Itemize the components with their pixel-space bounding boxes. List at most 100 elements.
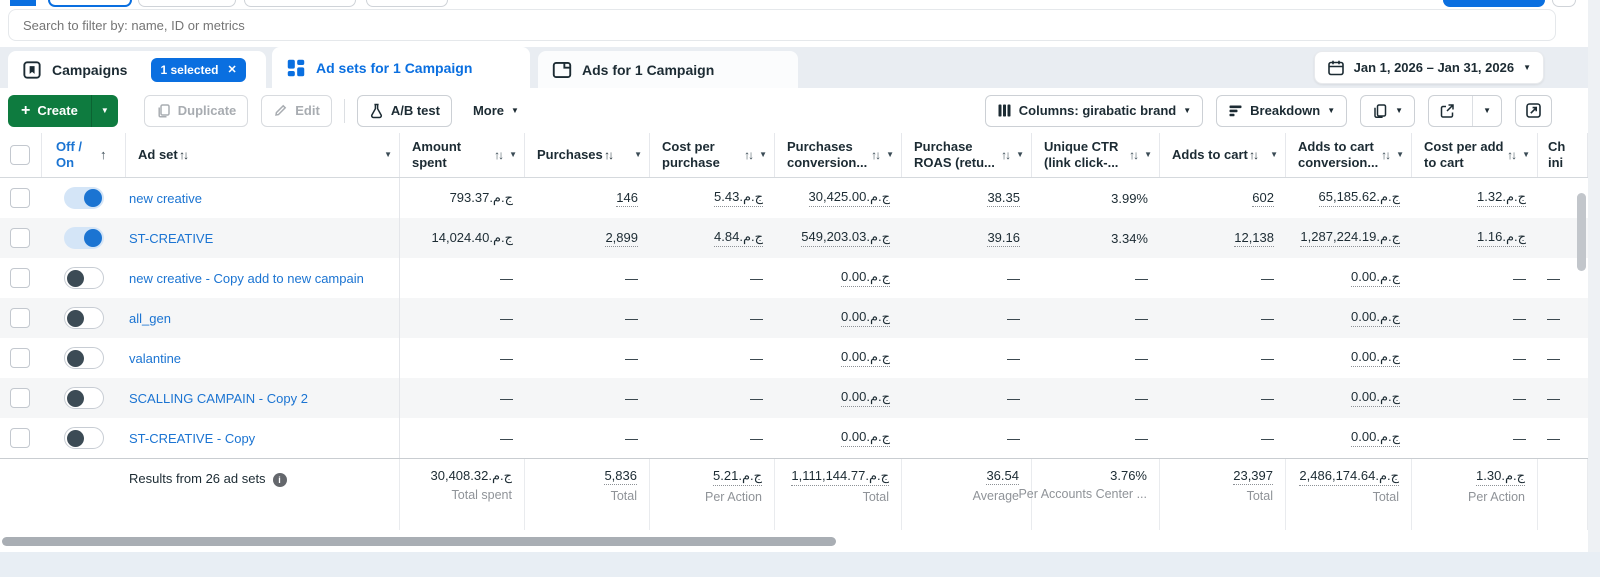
metric-cell: — bbox=[525, 258, 650, 298]
column-header-purchase-roas-retu-[interactable]: Purchase ROAS (retu... ↑↓ ▼ bbox=[902, 133, 1032, 177]
ad-set-toggle[interactable] bbox=[64, 427, 104, 449]
metric-value: — bbox=[500, 270, 513, 286]
column-label: Adds to cart ↑↓ bbox=[1172, 147, 1259, 163]
toggle-knob bbox=[84, 189, 102, 207]
duplicate-button[interactable]: Duplicate bbox=[143, 94, 249, 127]
column-menu-icon[interactable]: ▼ bbox=[759, 150, 767, 159]
cutoff-pill-outlined[interactable] bbox=[48, 0, 132, 7]
column-menu-icon[interactable]: ▼ bbox=[1270, 151, 1278, 159]
search-filter-input[interactable] bbox=[8, 9, 1556, 41]
adset-name-cell: valantine bbox=[126, 338, 400, 378]
row-checkbox[interactable] bbox=[10, 268, 30, 288]
column-menu-icon[interactable]: ▼ bbox=[384, 151, 392, 159]
reports-button[interactable]: ▼ bbox=[1360, 94, 1416, 127]
summary-cell: 5.21.م.ج Per Action bbox=[650, 459, 775, 530]
header-controls: ▼ bbox=[384, 151, 392, 159]
row-checkbox[interactable] bbox=[10, 348, 30, 368]
column-header-off-on[interactable]: Off / On ↑ bbox=[42, 133, 126, 177]
summary-value: 36.54 bbox=[986, 468, 1019, 485]
info-icon[interactable]: i bbox=[272, 473, 287, 487]
metric-cell: 1.16.م.ج bbox=[1412, 218, 1538, 258]
metric-value: — bbox=[1261, 390, 1274, 406]
cutoff-pill[interactable] bbox=[244, 0, 356, 7]
export-split-button[interactable]: ▼ bbox=[1428, 94, 1502, 127]
duplicate-label: Duplicate bbox=[177, 103, 237, 118]
metric-value: 38.35 bbox=[987, 189, 1020, 207]
metric-cell: 0.00.م.ج bbox=[1286, 298, 1412, 338]
cutoff-pill[interactable] bbox=[366, 0, 448, 7]
ad-set-toggle[interactable] bbox=[64, 267, 104, 289]
close-icon[interactable]: ✕ bbox=[228, 63, 237, 76]
column-header-cost-per-add-to-cart[interactable]: Cost per add to cart ↑↓ ▼ bbox=[1412, 133, 1538, 177]
column-header-ad-set[interactable]: Ad set ↑↓ ▼ bbox=[126, 133, 400, 177]
column-menu-icon[interactable]: ▼ bbox=[1396, 150, 1404, 159]
column-menu-icon[interactable]: ▼ bbox=[509, 150, 517, 159]
vertical-scrollbar-thumb[interactable] bbox=[1577, 193, 1586, 271]
date-range-picker[interactable]: Jan 1, 2026 – Jan 31, 2026 ▼ bbox=[1313, 51, 1544, 84]
chevron-down-icon: ▼ bbox=[1523, 62, 1531, 72]
columns-button[interactable]: Columns: girabatic brand ▼ bbox=[984, 94, 1204, 127]
adset-name-link[interactable]: all_gen bbox=[129, 311, 171, 326]
tab-ads[interactable]: Ads for 1 Campaign bbox=[538, 51, 798, 88]
column-header-unique-ctr-link-click-[interactable]: Unique CTR (link click-... ↑↓ ▼ bbox=[1032, 133, 1160, 177]
ad-set-toggle[interactable] bbox=[64, 187, 104, 209]
metric-value: — bbox=[1513, 270, 1526, 286]
ad-set-toggle[interactable] bbox=[64, 387, 104, 409]
metric-value: — bbox=[1261, 270, 1274, 286]
column-menu-icon[interactable]: ▼ bbox=[886, 150, 894, 159]
tab-adsets[interactable]: Ad sets for 1 Campaign bbox=[272, 47, 530, 88]
column-menu-icon[interactable]: ▼ bbox=[1016, 150, 1024, 159]
charts-button[interactable] bbox=[1515, 94, 1552, 127]
column-header-adds-to-cart-conversion-[interactable]: Adds to cart conversion... ↑↓ ▼ bbox=[1286, 133, 1412, 177]
adset-name-link[interactable]: ST-CREATIVE - Copy bbox=[129, 431, 255, 446]
breakdown-label: Breakdown bbox=[1250, 103, 1321, 118]
ab-test-button[interactable]: A/B test bbox=[356, 94, 452, 127]
export-dropdown[interactable]: ▼ bbox=[1472, 95, 1501, 126]
adset-name-link[interactable]: new creative - Copy add to new campain bbox=[129, 271, 364, 286]
ad-set-toggle[interactable] bbox=[64, 307, 104, 329]
row-checkbox[interactable] bbox=[10, 388, 30, 408]
column-header-purchases-conversion-[interactable]: Purchases conversion... ↑↓ ▼ bbox=[775, 133, 902, 177]
metric-value: 0.00.م.ج bbox=[1351, 389, 1400, 407]
row-checkbox[interactable] bbox=[10, 188, 30, 208]
column-menu-icon[interactable]: ▼ bbox=[1522, 150, 1530, 159]
metric-value: — bbox=[1135, 270, 1148, 286]
column-header-cost-per-purchase[interactable]: Cost per purchase ↑↓ ▼ bbox=[650, 133, 775, 177]
edit-button[interactable]: Edit bbox=[261, 94, 332, 127]
adset-name-link[interactable]: SCALLING CAMPAIN - Copy 2 bbox=[129, 391, 308, 406]
create-button[interactable]: + Create ▼ bbox=[8, 94, 118, 127]
toggle-cell bbox=[42, 418, 126, 458]
metric-value: 1.16.م.ج bbox=[1477, 229, 1526, 247]
adset-name-link[interactable]: ST-CREATIVE bbox=[129, 231, 213, 246]
toolbar-divider bbox=[343, 98, 345, 123]
tab-campaigns[interactable]: Campaigns 1 selected ✕ bbox=[8, 51, 266, 88]
column-header-adds-to-cart[interactable]: Adds to cart ↑↓ ▼ bbox=[1160, 133, 1286, 177]
column-header-purchases[interactable]: Purchases ↑↓ ▼ bbox=[525, 133, 650, 177]
create-dropdown[interactable]: ▼ bbox=[90, 94, 118, 127]
export-icon[interactable] bbox=[1429, 103, 1465, 119]
column-header-ch-ini[interactable]: Ch ini bbox=[1538, 133, 1588, 177]
ad-set-toggle[interactable] bbox=[64, 347, 104, 369]
column-menu-icon[interactable]: ▼ bbox=[1144, 150, 1152, 159]
metric-value: — bbox=[625, 310, 638, 326]
ad-set-toggle[interactable] bbox=[64, 227, 104, 249]
selected-filter-badge[interactable]: 1 selected ✕ bbox=[151, 57, 246, 82]
row-checkbox[interactable] bbox=[10, 228, 30, 248]
adset-name-link[interactable]: valantine bbox=[129, 351, 181, 366]
column-menu-icon[interactable]: ▼ bbox=[634, 151, 642, 159]
row-checkbox[interactable] bbox=[10, 428, 30, 448]
metric-cell: 549,203.03.م.ج bbox=[775, 218, 902, 258]
horizontal-scrollbar-thumb[interactable] bbox=[2, 537, 836, 546]
cutoff-pill-blue[interactable] bbox=[10, 0, 36, 6]
cutoff-pill-blue-right[interactable] bbox=[1443, 0, 1545, 7]
adset-name-link[interactable]: new creative bbox=[129, 191, 202, 206]
metric-value: 30,425.00.م.ج bbox=[808, 189, 890, 207]
column-header-amount-spent[interactable]: Amount spent ↑↓ ▼ bbox=[400, 133, 525, 177]
breakdown-button[interactable]: Breakdown ▼ bbox=[1216, 94, 1348, 127]
cutoff-pill[interactable] bbox=[1552, 0, 1576, 7]
select-all-checkbox[interactable] bbox=[10, 145, 30, 165]
cutoff-pill[interactable] bbox=[138, 0, 236, 7]
more-button[interactable]: More ▼ bbox=[464, 94, 527, 127]
metric-value: — bbox=[1547, 390, 1560, 406]
row-checkbox[interactable] bbox=[10, 308, 30, 328]
